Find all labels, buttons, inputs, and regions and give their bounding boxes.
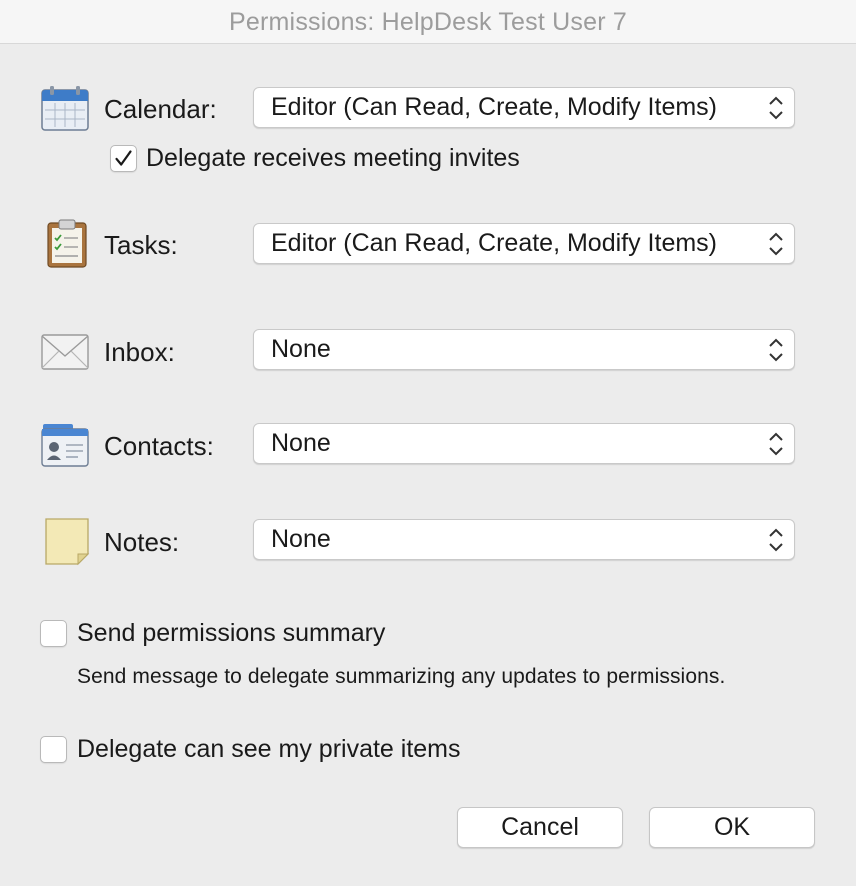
cancel-button[interactable]: Cancel [457,807,623,848]
private-items-label: Delegate can see my private items [77,735,461,763]
tasks-permission-popup[interactable]: Editor (Can Read, Create, Modify Items) [253,223,795,264]
contacts-card-icon [40,420,90,470]
calendar-label: Calendar: [104,94,217,124]
clipboard-icon [44,219,94,269]
sticky-note-icon [42,516,92,566]
delegate-invites-checkbox[interactable] [110,145,137,172]
window-title: Permissions: HelpDesk Test User 7 [229,8,627,36]
send-summary-label: Send permissions summary [77,619,386,647]
notes-permission-popup[interactable]: None [253,519,795,560]
contacts-label: Contacts: [104,431,214,461]
notes-permission-value: None [271,525,331,553]
calendar-permission-value: Editor (Can Read, Create, Modify Items) [271,93,717,121]
ok-button[interactable]: OK [649,807,815,848]
calendar-permission-popup[interactable]: Editor (Can Read, Create, Modify Items) [253,87,795,128]
contacts-permission-value: None [271,429,331,457]
calendar-icon [40,84,90,134]
tasks-label: Tasks: [104,230,178,260]
contacts-permission-popup[interactable]: None [253,423,795,464]
chevron-up-down-icon [766,429,786,459]
private-items-checkbox[interactable] [40,736,67,763]
inbox-label: Inbox: [104,337,175,367]
chevron-up-down-icon [766,93,786,123]
envelope-icon [40,327,90,377]
inbox-permission-value: None [271,335,331,363]
tasks-permission-value: Editor (Can Read, Create, Modify Items) [271,229,717,257]
chevron-up-down-icon [766,525,786,555]
chevron-up-down-icon [766,229,786,259]
inbox-permission-popup[interactable]: None [253,329,795,370]
notes-label: Notes: [104,527,180,557]
title-bar: Permissions: HelpDesk Test User 7 [0,0,856,44]
send-summary-checkbox[interactable] [40,620,67,647]
send-summary-hint: Send message to delegate summarizing any… [77,665,726,688]
chevron-up-down-icon [766,335,786,365]
delegate-invites-label: Delegate receives meeting invites [146,144,520,172]
